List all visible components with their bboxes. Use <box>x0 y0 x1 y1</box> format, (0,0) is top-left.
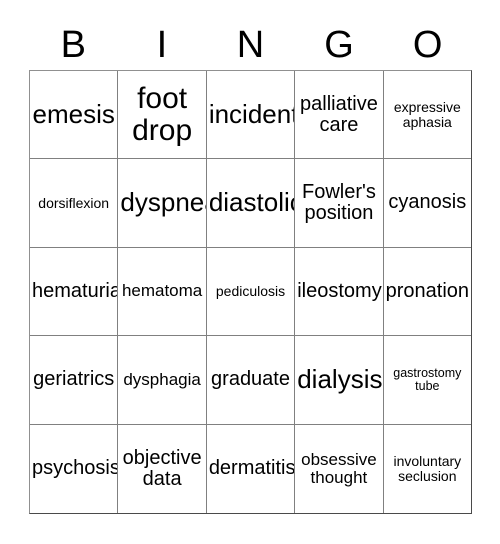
bingo-cell-label: hematoma <box>121 281 203 301</box>
bingo-cell[interactable]: graduate <box>206 336 296 425</box>
bingo-cell-label: dyspnea <box>120 187 205 218</box>
bingo-cell-label: dermatitis <box>208 457 296 480</box>
bingo-cell-label: geriatrics <box>33 368 115 391</box>
bingo-cell[interactable]: obsessive thought <box>295 424 384 513</box>
bingo-cell[interactable]: psychosis <box>30 424 119 513</box>
bingo-cell[interactable]: gastrostomy tube <box>383 336 472 425</box>
bingo-cell[interactable]: pronation <box>383 247 472 337</box>
bingo-cell-label: diastolic <box>208 187 296 218</box>
bingo-cell[interactable]: diastolic <box>206 159 296 248</box>
bingo-cell-label: emesis <box>32 98 115 129</box>
bingo-cell[interactable]: pediculosis <box>206 247 296 337</box>
bingo-cell[interactable]: dyspnea <box>118 159 207 248</box>
bingo-cell[interactable]: involuntary seclusion <box>383 424 472 513</box>
bingo-cell-label: psychosis <box>32 457 119 480</box>
bingo-cell[interactable]: emesis <box>30 71 119 160</box>
bingo-cell-label: graduate <box>211 368 290 391</box>
bingo-cell[interactable]: expressive aphasia <box>383 71 472 160</box>
bingo-cell-label: pronation <box>385 279 470 302</box>
bingo-cell-label: incident <box>208 98 296 129</box>
bingo-cell[interactable]: incident <box>206 71 296 160</box>
bingo-cell-label: foot drop <box>132 81 193 147</box>
bingo-cell[interactable]: cyanosis <box>383 159 472 248</box>
bingo-grid: emesis foot drop incident palliative car… <box>29 70 472 514</box>
bingo-row: emesis foot drop incident palliative car… <box>30 71 472 160</box>
bingo-cell[interactable]: palliative care <box>295 71 384 160</box>
bingo-cell-label: dysphagia <box>123 369 201 389</box>
bingo-cell-label: expressive aphasia <box>393 98 461 130</box>
bingo-row: psychosis objective data dermatitis obse… <box>30 424 472 513</box>
bingo-cell-label: hematuria <box>32 279 119 302</box>
bingo-cell-label: obsessive thought <box>301 449 377 487</box>
bingo-header-letter-n: N <box>236 23 265 66</box>
bingo-header-row: B I N G O <box>29 19 472 70</box>
bingo-cell[interactable]: foot drop <box>118 71 207 160</box>
bingo-header-letter-g: G <box>324 23 354 66</box>
bingo-header-letter-o: O <box>412 23 443 66</box>
bingo-row: geriatrics dysphagia graduate dialysis g… <box>30 336 472 425</box>
bingo-row: hematuria hematoma pediculosis ileostomy… <box>30 247 472 337</box>
bingo-cell-label: dialysis <box>297 364 383 395</box>
bingo-cell-label: cyanosis <box>388 191 467 214</box>
bingo-cell-label: ileostomy <box>297 279 382 302</box>
bingo-cell[interactable]: dysphagia <box>118 336 207 425</box>
bingo-cell[interactable]: dorsiflexion <box>30 159 119 248</box>
bingo-cell[interactable]: ileostomy <box>295 247 384 337</box>
bingo-row: dorsiflexion dyspnea diastolic Fowler's … <box>30 159 472 248</box>
bingo-cell-label: Fowler's position <box>302 180 376 225</box>
bingo-cell[interactable]: Fowler's position <box>295 159 384 248</box>
bingo-cell[interactable]: objective data <box>118 424 207 513</box>
bingo-card: B I N G O emesis foot drop incident pall… <box>0 0 500 544</box>
bingo-cell-label: gastrostomy tube <box>393 365 462 393</box>
bingo-cell-label: objective data <box>122 446 202 490</box>
bingo-cell[interactable]: hematoma <box>118 247 207 337</box>
bingo-cell[interactable]: dermatitis <box>206 424 296 513</box>
bingo-cell[interactable]: geriatrics <box>30 336 119 425</box>
bingo-cell[interactable]: dialysis <box>295 336 384 425</box>
bingo-header-letter-i: I <box>156 23 168 66</box>
bingo-cell[interactable]: hematuria <box>30 247 119 337</box>
bingo-cell-label: pediculosis <box>215 283 286 300</box>
bingo-cell-label: dorsiflexion <box>38 194 110 211</box>
bingo-cell-label: involuntary seclusion <box>393 452 462 484</box>
bingo-header-letter-b: B <box>60 23 86 66</box>
bingo-cell-label: palliative care <box>300 92 378 136</box>
